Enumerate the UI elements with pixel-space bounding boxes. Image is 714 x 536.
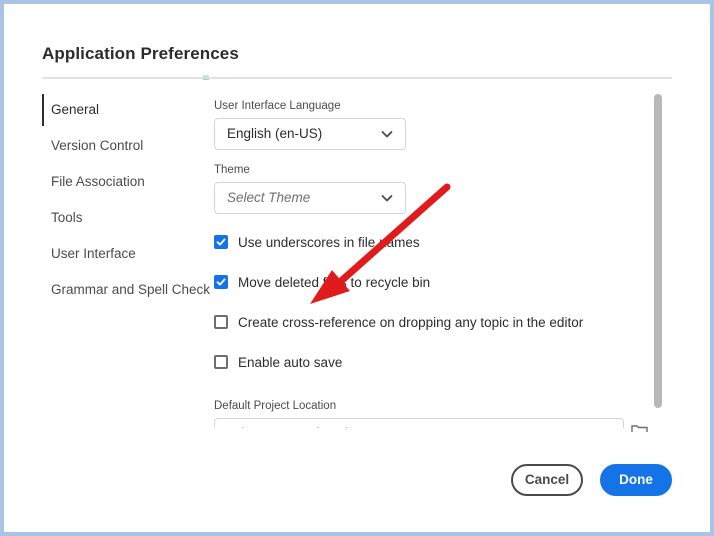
theme-label: Theme [214, 164, 250, 176]
project-location-label: Default Project Location [214, 400, 337, 412]
language-picker[interactable]: English (en-US) [214, 118, 406, 150]
nav-item-grammar-spell-check[interactable]: Grammar and Spell Check [42, 274, 210, 310]
underscores-checkbox[interactable] [214, 235, 228, 249]
chevron-down-icon [381, 195, 393, 202]
underscores-checkbox-row[interactable]: Use underscores in file names [214, 232, 420, 252]
cross-reference-checkbox[interactable] [214, 315, 228, 329]
nav-item-tools[interactable]: Tools [42, 202, 202, 238]
cancel-button[interactable]: Cancel [511, 464, 583, 496]
dialog-title: Application Preferences [42, 44, 239, 63]
title-divider [42, 77, 672, 79]
preferences-dialog: Application Preferences General Version … [4, 4, 710, 532]
settings-scrollbar[interactable] [654, 94, 662, 408]
cross-reference-checkbox-row[interactable]: Create cross-reference on dropping any t… [214, 312, 583, 332]
folder-icon[interactable] [631, 424, 649, 432]
auto-save-checkbox-row[interactable]: Enable auto save [214, 352, 342, 372]
divider-marker [203, 75, 209, 80]
language-label: User Interface Language [214, 100, 341, 112]
general-settings-panel: User Interface Language English (en-US) … [214, 92, 644, 428]
project-location-input[interactable]: D:/00_Test_Projects/ [214, 418, 624, 428]
recycle-bin-checkbox[interactable] [214, 275, 228, 289]
nav-item-file-association[interactable]: File Association [42, 166, 202, 202]
preferences-nav: General Version Control File Association… [42, 94, 210, 310]
recycle-bin-checkbox-row[interactable]: Move deleted files to recycle bin [214, 272, 430, 292]
auto-save-label: Enable auto save [238, 354, 343, 370]
nav-item-user-interface[interactable]: User Interface [42, 238, 202, 274]
recycle-bin-label: Move deleted files to recycle bin [238, 274, 431, 290]
chevron-down-icon [381, 131, 393, 138]
language-value: English (en-US) [227, 126, 323, 141]
nav-item-general[interactable]: General [42, 94, 202, 130]
underscores-label: Use underscores in file names [238, 234, 420, 250]
theme-picker[interactable]: Select Theme [214, 182, 406, 214]
nav-item-version-control[interactable]: Version Control [42, 130, 202, 166]
auto-save-checkbox[interactable] [214, 355, 228, 369]
done-button[interactable]: Done [600, 464, 672, 496]
checkmark-icon [216, 278, 226, 286]
theme-placeholder: Select Theme [227, 190, 311, 205]
cross-reference-label: Create cross-reference on dropping any t… [238, 314, 584, 330]
checkmark-icon [216, 238, 226, 246]
